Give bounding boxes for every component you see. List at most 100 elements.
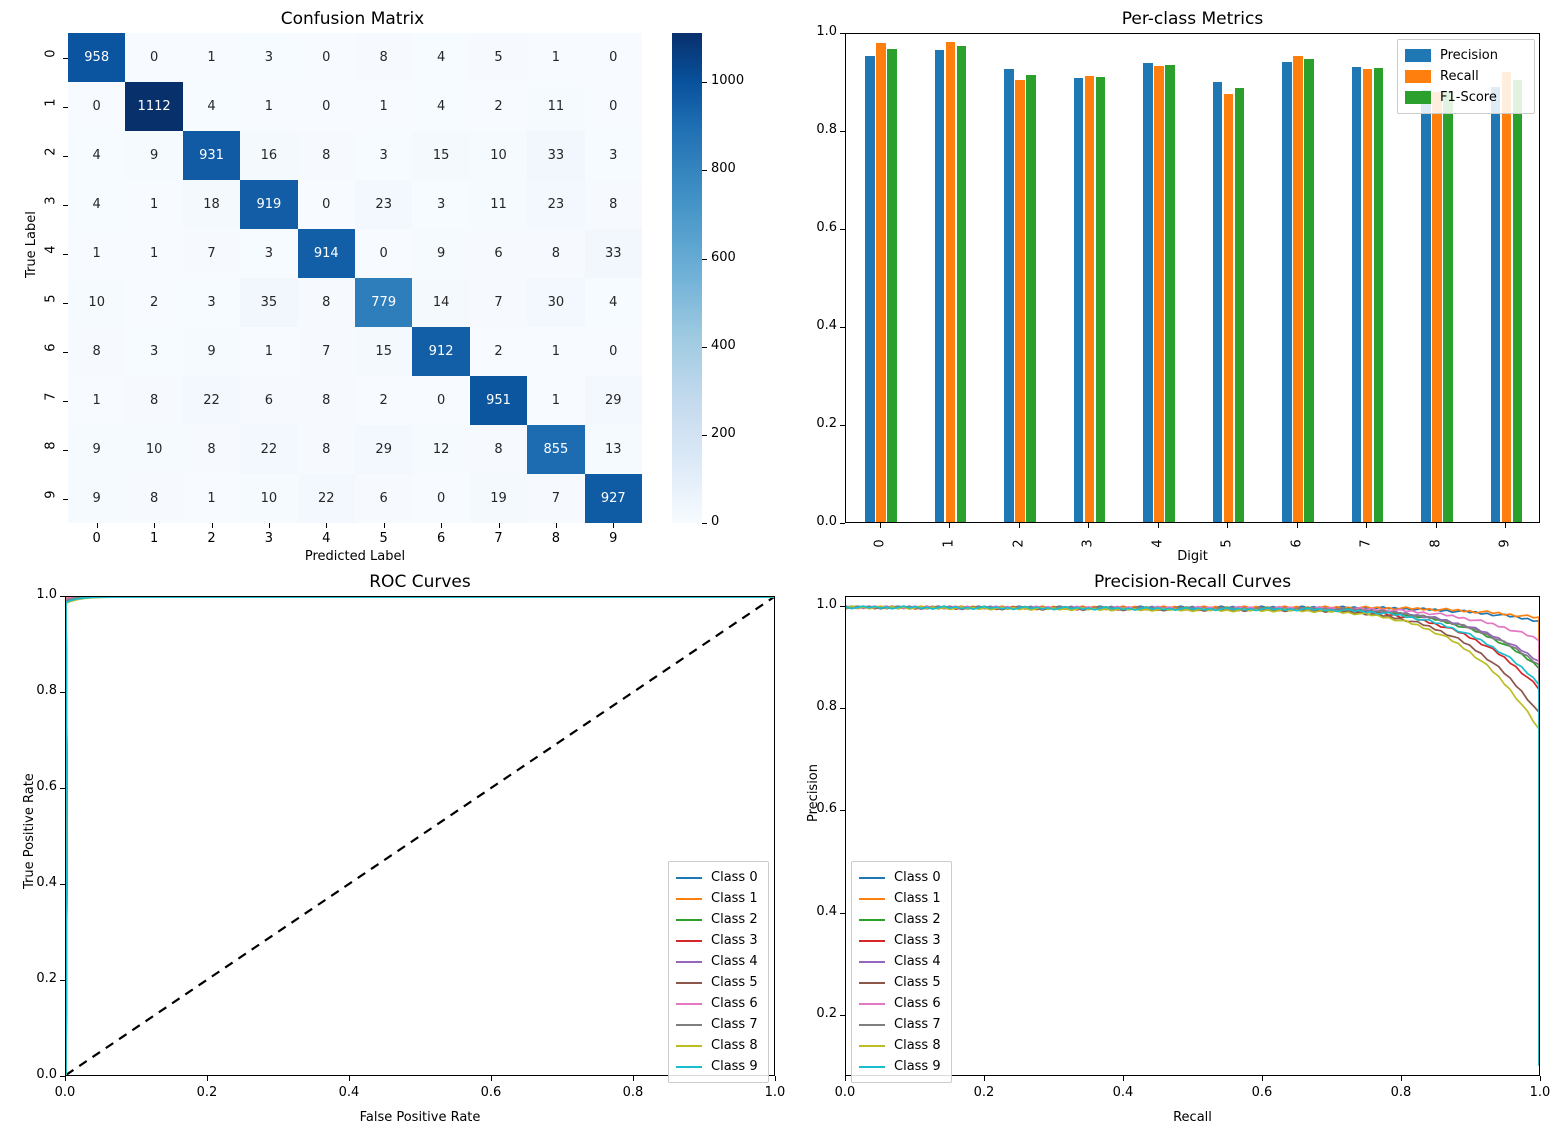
roc-ylabel: True Positive Rate — [22, 773, 37, 889]
per-class-metrics-legend[interactable]: Precision Recall F1-Score — [1397, 39, 1535, 114]
legend-label: Class 6 — [894, 996, 941, 1011]
legend-line-class-9 — [859, 1065, 885, 1068]
legend-item-recall[interactable]: Recall — [1405, 66, 1527, 87]
legend-label: Class 0 — [711, 870, 758, 885]
bar-recall-digit-6 — [1293, 55, 1303, 522]
per-class-metrics-xlabel: Digit — [1177, 549, 1208, 564]
bar-recall-digit-3 — [1084, 76, 1094, 522]
legend-item-class-5[interactable]: Class 5 — [859, 972, 944, 993]
pr-xticks-1.0: 1.0 — [1529, 1085, 1551, 1100]
bar-precision-digit-1 — [934, 50, 944, 522]
cm-xtickmark-7 — [498, 523, 500, 528]
pr-yticks-0.4: 0.4 — [816, 903, 837, 919]
legend-item-class-1[interactable]: Class 1 — [676, 888, 761, 909]
pr-xticks-0.6: 0.6 — [1251, 1085, 1273, 1100]
colorbar-tickmark-400 — [702, 346, 707, 348]
pr-yticks-mark-0.4 — [840, 912, 845, 914]
legend-line-class-1 — [859, 897, 885, 900]
bar-f1-score-digit-6 — [1304, 58, 1314, 522]
legend-item-class-7[interactable]: Class 7 — [859, 1014, 944, 1035]
bar-recall-digit-8 — [1432, 91, 1442, 522]
legend-item-class-3[interactable]: Class 3 — [676, 930, 761, 951]
pr-yticks-0.8: 0.8 — [816, 699, 837, 715]
bars-xtickmark-0 — [879, 523, 881, 528]
bar-precision-digit-4 — [1143, 63, 1153, 522]
bar-f1-score-digit-7 — [1373, 67, 1383, 522]
legend-item-class-0[interactable]: Class 0 — [859, 867, 944, 888]
bar-f1-score-digit-0 — [887, 49, 897, 522]
legend-item-class-0[interactable]: Class 0 — [676, 867, 761, 888]
cm-ytickmark-7 — [63, 400, 68, 402]
legend-item-class-2[interactable]: Class 2 — [859, 909, 944, 930]
bars-xtickmark-1 — [949, 523, 951, 528]
cm-ytickmark-3 — [63, 204, 68, 206]
cm-xtick-1: 1 — [149, 531, 159, 546]
cm-xtickmark-2 — [211, 523, 213, 528]
bar-precision-digit-9 — [1490, 86, 1500, 522]
legend-line-class-2 — [859, 918, 885, 921]
pr-xticks-mark-0.2 — [984, 1076, 985, 1081]
legend-line-class-5 — [859, 981, 885, 984]
pr-xticks-0.2: 0.2 — [973, 1085, 995, 1100]
legend-item-class-5[interactable]: Class 5 — [676, 972, 761, 993]
roc-yticks-0.2: 0.2 — [36, 971, 57, 986]
colorbar-tickmark-200 — [702, 434, 707, 436]
bars-xtickmark-7 — [1366, 523, 1368, 528]
bars-ytickmark-0.0 — [840, 523, 845, 524]
legend-label: Class 4 — [711, 954, 758, 969]
cm-ytick-2: 2 — [43, 147, 59, 156]
legend-item-class-8[interactable]: Class 8 — [859, 1035, 944, 1056]
roc-yticks-1.0: 1.0 — [36, 587, 57, 602]
bars-ytick-0.4: 0.4 — [816, 318, 837, 333]
bars-xtickmark-8 — [1435, 523, 1437, 528]
legend-label: F1-Score — [1440, 90, 1497, 105]
cm-ytickmark-8 — [63, 449, 68, 451]
legend-line-class-4 — [859, 960, 885, 963]
bar-precision-digit-6 — [1282, 62, 1292, 522]
cm-xtick-2: 2 — [207, 531, 216, 546]
legend-item-class-8[interactable]: Class 8 — [676, 1035, 761, 1056]
legend-label: Class 9 — [711, 1059, 758, 1074]
legend-item-class-9[interactable]: Class 9 — [676, 1056, 761, 1077]
legend-item-class-6[interactable]: Class 6 — [676, 993, 761, 1014]
bar-precision-digit-3 — [1073, 78, 1083, 522]
legend-item-class-6[interactable]: Class 6 — [859, 993, 944, 1014]
cm-ytick-0: 0 — [43, 49, 59, 58]
cm-xtick-3: 3 — [264, 531, 274, 546]
bar-f1-score-digit-5 — [1234, 88, 1244, 522]
legend-label: Class 8 — [894, 1038, 941, 1053]
cm-ytickmark-6 — [63, 351, 68, 353]
roc-xticks-0.6: 0.6 — [480, 1085, 502, 1100]
pr-xticks-mark-1.0 — [1540, 1076, 1541, 1081]
cm-xtickmark-8 — [555, 523, 557, 528]
legend-item-class-3[interactable]: Class 3 — [859, 930, 944, 951]
legend-item-class-7[interactable]: Class 7 — [676, 1014, 761, 1035]
cm-xtickmark-9 — [613, 523, 615, 528]
legend-item-class-1[interactable]: Class 1 — [859, 888, 944, 909]
pr-yticks-mark-0.2 — [840, 1014, 845, 1016]
bar-f1-score-digit-9 — [1512, 79, 1522, 522]
legend-label: Class 7 — [711, 1017, 758, 1032]
roc-legend[interactable]: Class 0 Class 1 Class 2 Class 3 Class 4 Class… — [668, 861, 769, 1083]
legend-item-class-2[interactable]: Class 2 — [676, 909, 761, 930]
legend-line-class-0 — [859, 876, 885, 879]
legend-item-class-9[interactable]: Class 9 — [859, 1056, 944, 1077]
legend-label: Class 1 — [711, 891, 758, 906]
legend-item-class-4[interactable]: Class 4 — [676, 951, 761, 972]
legend-label: Recall — [1440, 69, 1479, 84]
pr-legend[interactable]: Class 0 Class 1 Class 2 Class 3 Class 4 Class… — [851, 861, 952, 1083]
bars-ytick-0.2: 0.2 — [816, 416, 837, 431]
legend-label: Class 1 — [894, 891, 941, 906]
legend-label: Class 7 — [894, 1017, 941, 1032]
colorbar-tickmark-800 — [702, 170, 707, 172]
roc-yticks-mark-0.8 — [60, 692, 65, 693]
pr-xticks-mark-0.8 — [1401, 1076, 1402, 1081]
cm-xtick-7: 7 — [494, 531, 503, 546]
legend-item-class-4[interactable]: Class 4 — [859, 951, 944, 972]
bar-precision-digit-8 — [1421, 90, 1431, 522]
legend-item-f1-score[interactable]: F1-Score — [1405, 87, 1527, 108]
legend-item-precision[interactable]: Precision — [1405, 45, 1527, 66]
roc-xticks-mark-0.2 — [207, 1076, 208, 1081]
roc-xticks-0.0: 0.0 — [54, 1085, 76, 1100]
roc-xticks-mark-0.8 — [633, 1076, 634, 1081]
